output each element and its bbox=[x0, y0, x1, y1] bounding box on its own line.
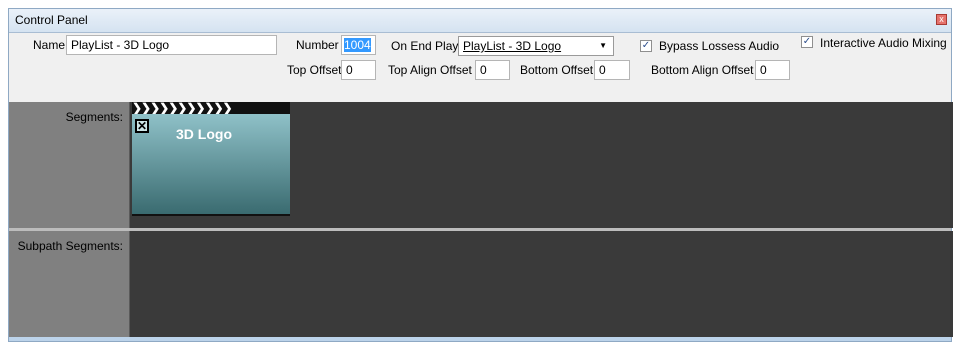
segment-clip-3d-logo[interactable]: ❯❯❯❯❯❯❯❯❯❯❯ ✕ 3D Logo bbox=[132, 102, 290, 216]
bottom-align-offset-label: Bottom Align Offset bbox=[651, 63, 754, 77]
top-align-offset-label: Top Align Offset bbox=[388, 63, 472, 77]
top-offset-label: Top Offset bbox=[287, 63, 342, 77]
name-field[interactable]: PlayList - 3D Logo bbox=[66, 35, 277, 55]
name-label: Name bbox=[33, 38, 66, 52]
control-panel-window: Control Panel x Name PlayList - 3D Logo … bbox=[8, 8, 953, 342]
close-icon[interactable]: x bbox=[936, 14, 947, 25]
top-align-offset-field[interactable]: 0 bbox=[475, 60, 510, 80]
number-field[interactable]: 1004 bbox=[341, 35, 376, 55]
interactive-audio-mixing-checkbox[interactable]: ✓ bbox=[801, 36, 813, 48]
segment-disable-checkbox-icon[interactable]: ✕ bbox=[135, 119, 149, 133]
interactive-audio-mixing-label: Interactive Audio Mixing bbox=[820, 36, 947, 50]
window-title: Control Panel bbox=[15, 13, 88, 27]
bottom-border bbox=[9, 337, 951, 341]
subpath-segments-track[interactable] bbox=[130, 231, 953, 337]
bypass-lossess-audio-checkbox[interactable]: ✓ bbox=[640, 40, 652, 52]
segment-body[interactable]: ✕ 3D Logo bbox=[132, 114, 290, 216]
top-offset-field[interactable]: 0 bbox=[341, 60, 376, 80]
segments-label: Segments: bbox=[65, 110, 123, 124]
bottom-offset-field[interactable]: 0 bbox=[594, 60, 630, 80]
subpath-segments-panel: Subpath Segments: bbox=[9, 231, 953, 337]
bottom-offset-label: Bottom Offset bbox=[520, 63, 594, 77]
segment-header-strip[interactable]: ❯❯❯❯❯❯❯❯❯❯❯ bbox=[132, 102, 290, 114]
segment-title: 3D Logo bbox=[176, 126, 232, 142]
segments-panel: Segments: ❯❯❯❯❯❯❯❯❯❯❯ ✕ 3D Logo bbox=[9, 102, 953, 228]
subpath-segments-label: Subpath Segments: bbox=[17, 239, 123, 253]
bypass-lossess-audio-label: Bypass Lossess Audio bbox=[659, 39, 780, 53]
number-label: Number bbox=[296, 38, 339, 52]
properties-section: Name PlayList - 3D Logo Number 1004 On E… bbox=[9, 33, 951, 101]
on-end-play-select[interactable]: PlayList - 3D Logo ▼ bbox=[458, 36, 614, 56]
segments-row-label: Segments: bbox=[9, 102, 130, 228]
on-end-play-label: On End Play bbox=[391, 39, 459, 53]
subpath-row-label: Subpath Segments: bbox=[9, 231, 130, 337]
bottom-align-offset-field[interactable]: 0 bbox=[755, 60, 790, 80]
dropdown-arrow-icon[interactable]: ▼ bbox=[599, 37, 607, 55]
title-bar: Control Panel x bbox=[9, 9, 951, 33]
